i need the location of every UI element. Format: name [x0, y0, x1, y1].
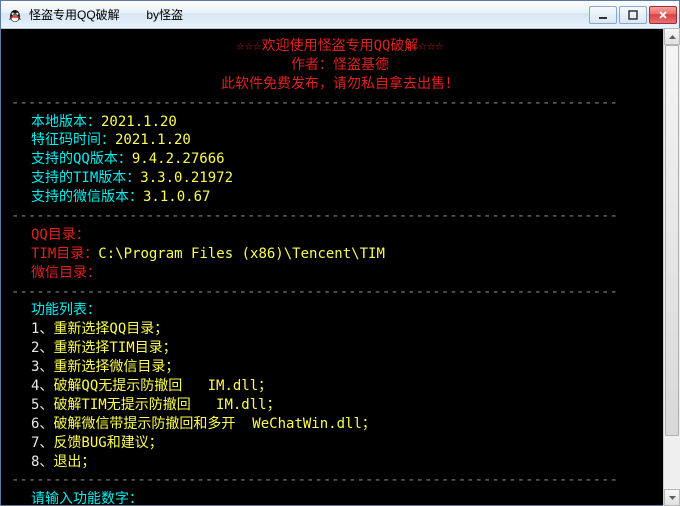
- menu-item-extra: IM.dll；: [191, 397, 281, 413]
- menu-title: 功能列表：: [31, 301, 669, 320]
- maximize-icon: [628, 10, 638, 20]
- separator: ----------------------------------------…: [11, 283, 669, 302]
- qq-version-label: 支持的QQ版本：: [31, 151, 132, 167]
- menu-item-extra: WeChatWin.dll；: [235, 416, 375, 432]
- titlebar[interactable]: 怪盗专用QQ破解 by怪盗: [1, 1, 679, 29]
- scroll-up-button[interactable]: [664, 28, 680, 45]
- local-version-value: 2021.1.20: [101, 114, 177, 130]
- menu-num: 6、: [31, 416, 53, 432]
- separator: ----------------------------------------…: [11, 207, 669, 226]
- close-icon: [658, 10, 668, 20]
- menu-block: 功能列表： 1、重新选择QQ目录； 2、重新选择TIM目录； 3、重新选择微信目…: [11, 301, 669, 471]
- menu-num: 2、: [31, 340, 53, 356]
- separator: ----------------------------------------…: [11, 94, 669, 113]
- maximize-button[interactable]: [619, 6, 647, 24]
- sig-time-value: 2021.1.20: [115, 132, 191, 148]
- tim-dir-value: C:\Program Files (x86)\Tencent\TIM: [98, 246, 385, 262]
- vertical-scrollbar[interactable]: [663, 28, 680, 506]
- tim-version-label: 支持的TIM版本：: [31, 170, 140, 186]
- console-output: ☆☆☆欢迎使用怪盗专用QQ破解☆☆☆ 作者：怪盗基德 此软件免费发布，请勿私自拿…: [1, 29, 679, 505]
- tim-dir-label: TIM目录：: [31, 246, 98, 262]
- chevron-down-icon: [669, 496, 676, 500]
- minimize-icon: [598, 10, 608, 20]
- menu-num: 7、: [31, 435, 53, 451]
- sig-time-label: 特征码时间：: [31, 132, 115, 148]
- wechat-version-value: 3.1.0.67: [143, 189, 210, 205]
- minimize-button[interactable]: [589, 6, 617, 24]
- menu-num: 5、: [31, 397, 53, 413]
- banner-line-3: 此软件免费发布，请勿私自拿去出售！: [11, 75, 669, 94]
- input-prompt[interactable]: 请输入功能数字：: [11, 490, 669, 505]
- banner: ☆☆☆欢迎使用怪盗专用QQ破解☆☆☆ 作者：怪盗基德 此软件免费发布，请勿私自拿…: [11, 37, 669, 94]
- dirs-block: QQ目录： TIM目录：C:\Program Files (x86)\Tence…: [11, 226, 669, 283]
- menu-item-extra: IM.dll；: [182, 378, 272, 394]
- scroll-track[interactable]: [664, 45, 680, 489]
- menu-num: 1、: [31, 321, 53, 337]
- menu-num: 4、: [31, 378, 53, 394]
- menu-item-label: 破解TIM无提示防撤回: [53, 397, 190, 413]
- wechat-version-label: 支持的微信版本：: [31, 189, 143, 205]
- version-block: 本地版本：2021.1.20 特征码时间：2021.1.20 支持的QQ版本：9…: [11, 113, 669, 207]
- banner-line-2: 作者：怪盗基德: [11, 56, 669, 75]
- window-controls: [589, 6, 677, 24]
- menu-num: 8、: [31, 454, 53, 470]
- close-button[interactable]: [649, 6, 677, 24]
- scroll-thumb[interactable]: [665, 45, 679, 436]
- menu-item-label: 反馈BUG和建议；: [53, 435, 162, 451]
- menu-item-label: 重新选择TIM目录；: [53, 340, 176, 356]
- qq-version-value: 9.4.2.27666: [132, 151, 225, 167]
- app-icon: [7, 7, 23, 23]
- menu-item-label: 重新选择微信目录；: [53, 359, 179, 375]
- menu-item-label: 重新选择QQ目录；: [53, 321, 168, 337]
- separator: ----------------------------------------…: [11, 471, 669, 490]
- chevron-up-icon: [669, 35, 676, 39]
- menu-num: 3、: [31, 359, 53, 375]
- menu-item-label: 破解QQ无提示防撤回: [53, 378, 182, 394]
- local-version-label: 本地版本：: [31, 114, 101, 130]
- tim-version-value: 3.3.0.21972: [140, 170, 233, 186]
- wechat-dir-label: 微信目录：: [31, 265, 101, 281]
- app-window: 怪盗专用QQ破解 by怪盗 ☆☆☆欢迎使用怪盗专用QQ破解☆☆☆ 作者：怪盗基德…: [0, 0, 680, 506]
- menu-item-label: 退出；: [53, 454, 95, 470]
- scroll-down-button[interactable]: [664, 489, 680, 506]
- window-title: 怪盗专用QQ破解 by怪盗: [29, 6, 589, 23]
- qq-dir-label: QQ目录：: [31, 227, 90, 243]
- banner-line-1: ☆☆☆欢迎使用怪盗专用QQ破解☆☆☆: [11, 37, 669, 56]
- menu-item-label: 破解微信带提示防撤回和多开: [53, 416, 235, 432]
